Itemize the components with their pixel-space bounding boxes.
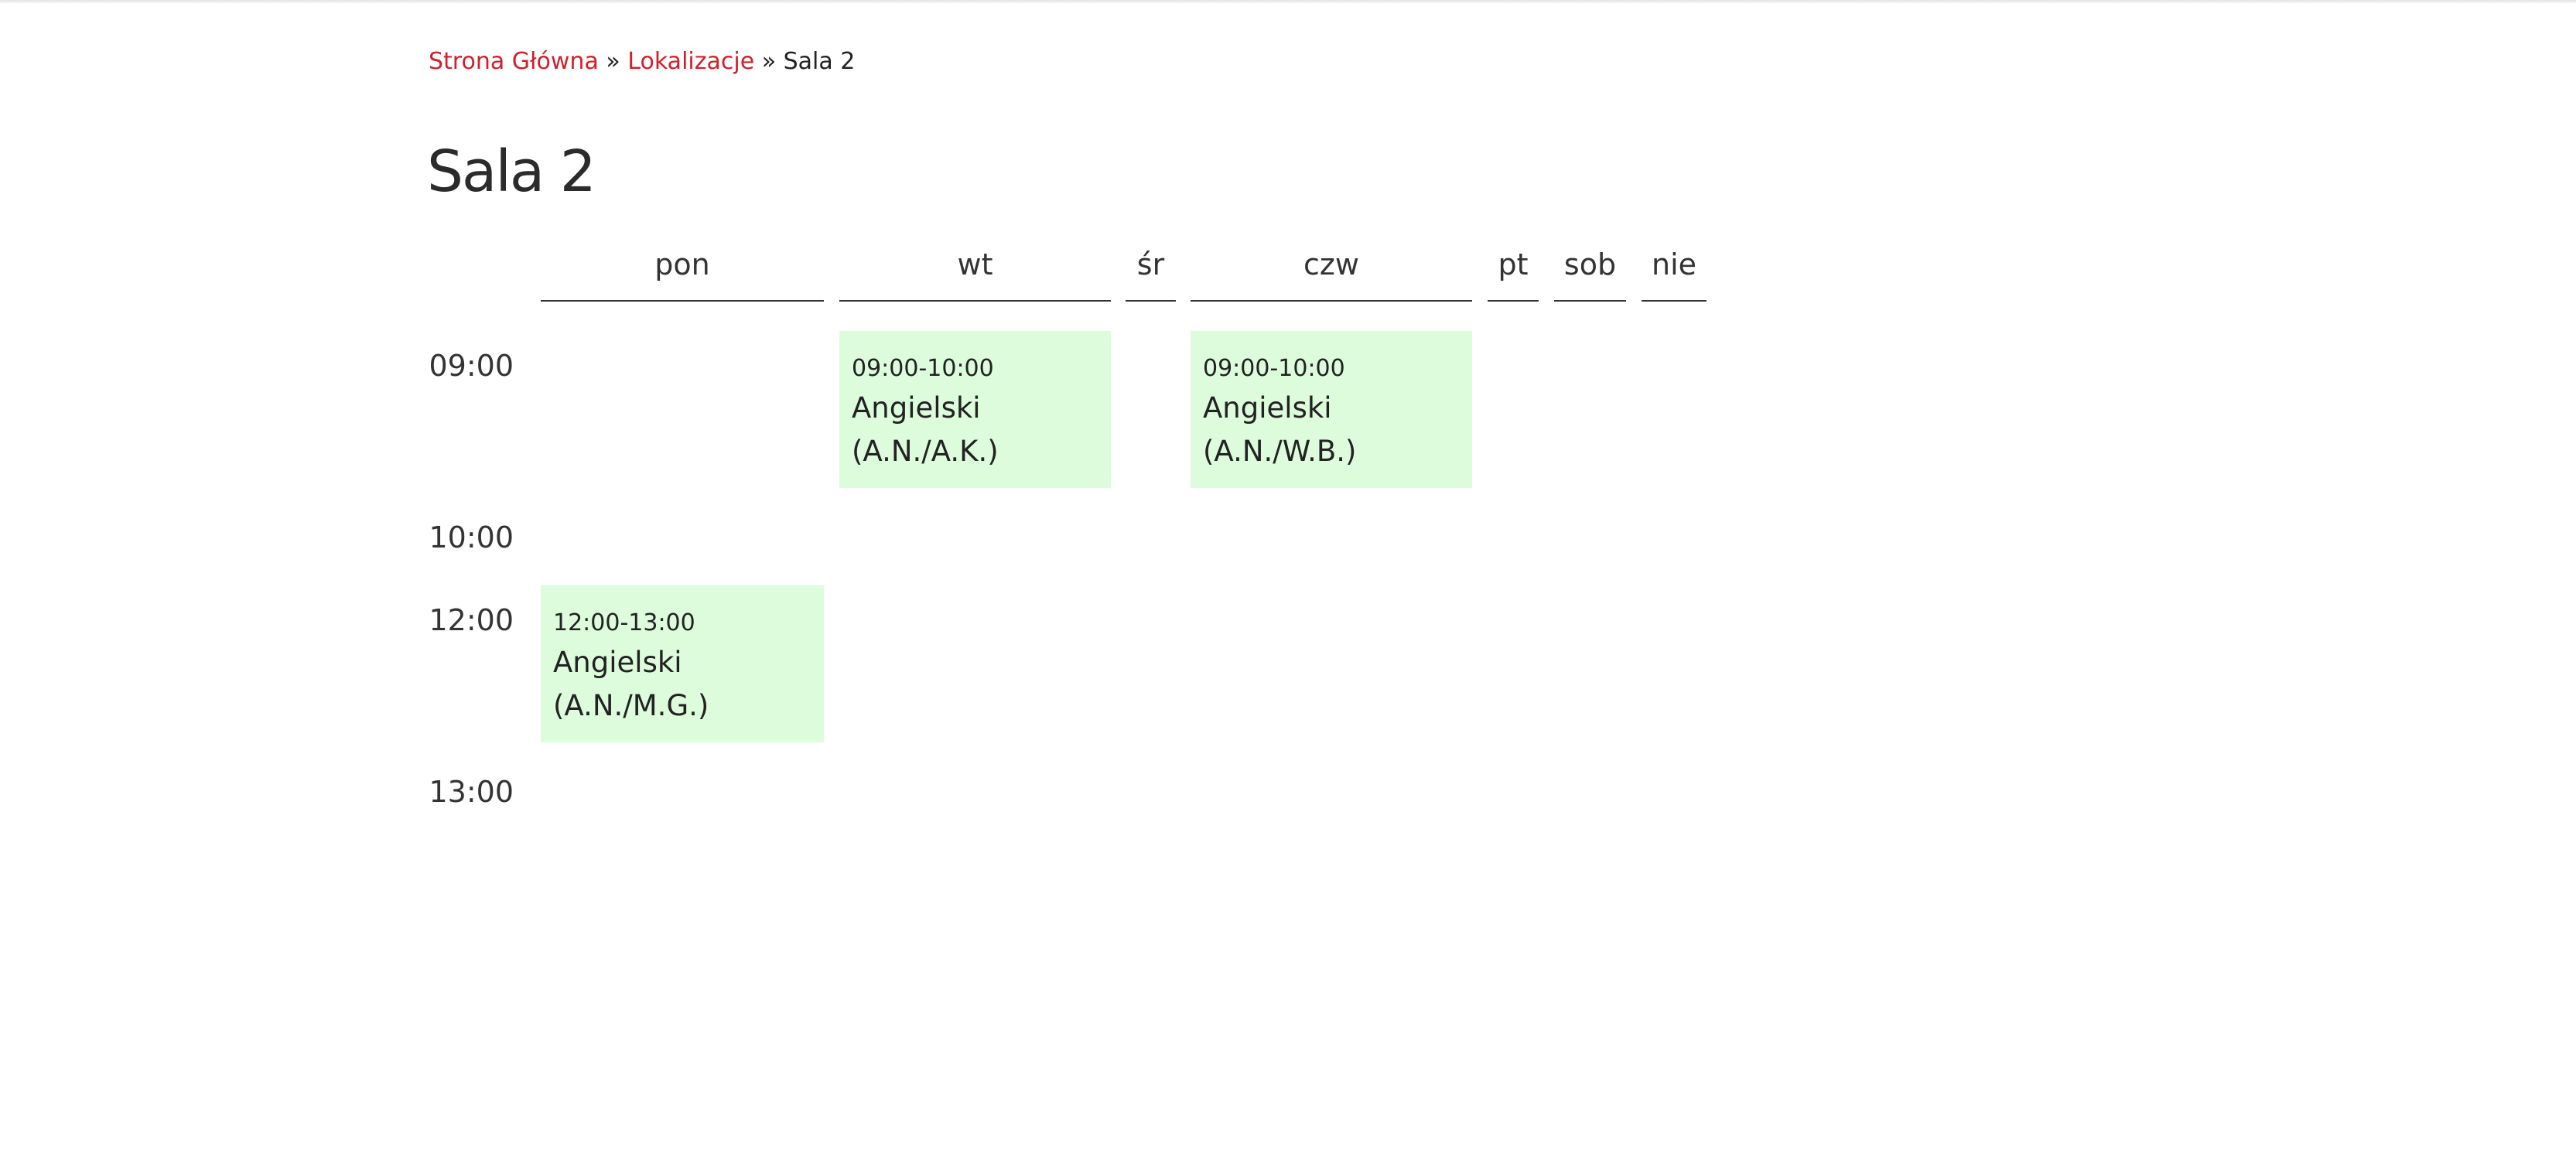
day-header-czw: czw: [1191, 241, 1472, 302]
event-time: 12:00-13:00: [553, 609, 695, 636]
day-header-pon: pon: [541, 241, 824, 302]
event-card[interactable]: 09:00-10:00 Angielski (A.N./A.K.): [839, 331, 1111, 488]
page-title: Sala 2: [427, 138, 596, 205]
event-card[interactable]: 12:00-13:00 Angielski (A.N./M.G.): [541, 585, 824, 742]
event-group: (A.N./A.K.): [852, 435, 999, 468]
time-label: 10:00: [429, 520, 514, 554]
page: Strona Główna » Lokalizacje » Sala 2 Sal…: [0, 0, 2576, 1170]
event-time: 09:00-10:00: [1203, 355, 1345, 382]
time-label: 13:00: [429, 775, 514, 809]
breadcrumb-separator: »: [606, 48, 620, 75]
day-header-pt: pt: [1488, 241, 1539, 302]
breadcrumb-locations-link[interactable]: Lokalizacje: [627, 48, 754, 75]
time-label: 12:00: [429, 603, 514, 637]
day-header-wt: wt: [839, 241, 1111, 302]
breadcrumb-home-link[interactable]: Strona Główna: [429, 48, 599, 75]
event-subject: Angielski: [553, 646, 682, 679]
event-group: (A.N./W.B.): [1203, 435, 1357, 468]
time-label: 09:00: [429, 349, 514, 383]
event-subject: Angielski: [852, 391, 981, 425]
day-header-sr: śr: [1126, 241, 1176, 302]
event-group: (A.N./M.G.): [553, 689, 709, 722]
day-header-nie: nie: [1642, 241, 1707, 302]
event-subject: Angielski: [1203, 391, 1332, 425]
breadcrumb-current: Sala 2: [783, 48, 856, 75]
top-divider: [0, 0, 2576, 3]
day-header-sob: sob: [1554, 241, 1626, 302]
breadcrumb: Strona Główna » Lokalizacje » Sala 2: [429, 45, 855, 79]
breadcrumb-separator: »: [761, 48, 777, 75]
event-time: 09:00-10:00: [852, 355, 994, 382]
event-card[interactable]: 09:00-10:00 Angielski (A.N./W.B.): [1191, 331, 1472, 488]
